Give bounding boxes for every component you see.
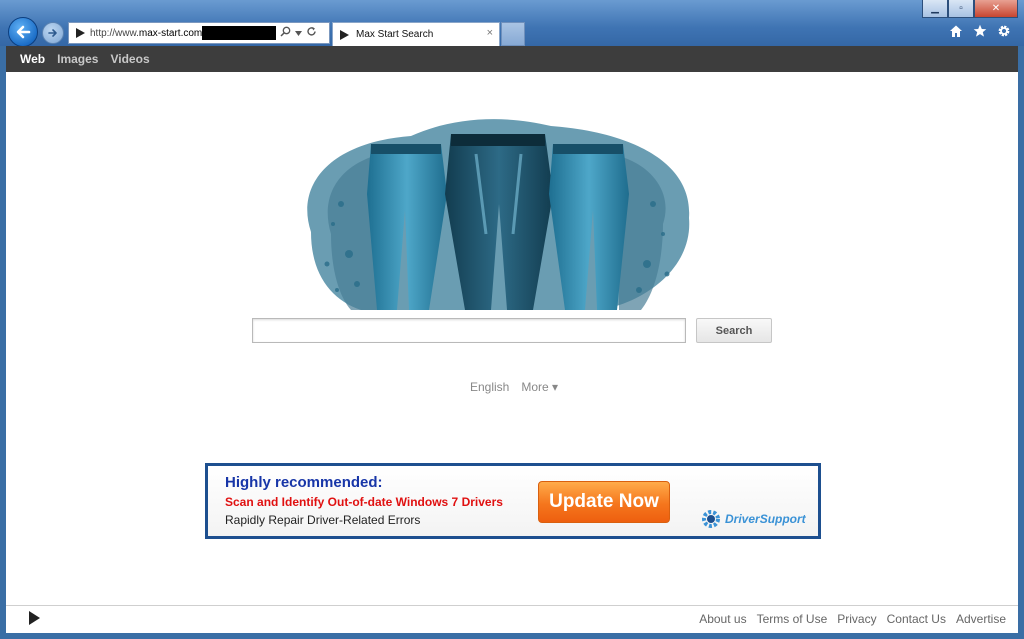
nav-images[interactable]: Images [57, 52, 98, 66]
footer-links: About us Terms of Use Privacy Contact Us… [699, 612, 1006, 626]
url-domain: max-start.com [138, 27, 203, 39]
new-tab-button[interactable] [501, 22, 525, 46]
search-icon[interactable] [280, 26, 291, 40]
ad-headline: Scan and Identify Out-of-date Windows 7 … [225, 495, 503, 509]
language-english-link[interactable]: English [470, 380, 509, 394]
minimize-button[interactable]: ▁ [922, 0, 948, 18]
maximize-button[interactable]: ▫ [948, 0, 974, 18]
language-selector: English More ▾ [470, 380, 558, 394]
driver-support-ad-banner[interactable]: Highly recommended: Scan and Identify Ou… [205, 463, 821, 539]
address-bar[interactable]: http://www.max-start.com [68, 22, 330, 44]
home-icon[interactable] [948, 23, 964, 39]
url-text: http://www.max-start.com [90, 28, 202, 39]
page-footer: About us Terms of Use Privacy Contact Us… [6, 605, 1018, 633]
gear-icon [702, 510, 720, 528]
more-languages-link[interactable]: More ▾ [521, 380, 558, 394]
footer-link-advertise[interactable]: Advertise [956, 612, 1006, 626]
update-now-button[interactable]: Update Now [538, 481, 670, 523]
refresh-icon[interactable] [306, 26, 317, 40]
footer-link-about[interactable]: About us [699, 612, 746, 626]
search-button[interactable]: Search [696, 318, 772, 343]
footer-link-contact[interactable]: Contact Us [887, 612, 946, 626]
search-category-nav: Web Images Videos [6, 46, 1018, 72]
hero-jeans-image [301, 114, 693, 310]
dropdown-caret-icon[interactable] [295, 27, 303, 39]
browser-toolbar [948, 23, 1012, 39]
brand-part-b: Support [759, 512, 806, 526]
search-input[interactable] [252, 318, 686, 343]
brand-part-a: Driver [725, 512, 760, 526]
nav-videos[interactable]: Videos [110, 52, 149, 66]
browser-chrome: http://www.max-start.com Max Start Searc… [0, 0, 1024, 47]
footer-link-privacy[interactable]: Privacy [837, 612, 876, 626]
ad-subline: Rapidly Repair Driver-Related Errors [225, 513, 421, 527]
max-start-logo-icon [336, 27, 352, 43]
star-icon[interactable] [972, 23, 988, 39]
search-form: Search [252, 318, 772, 343]
close-button[interactable]: ✕ [974, 0, 1018, 18]
tab-title: Max Start Search [356, 29, 434, 40]
ad-title: Highly recommended: [225, 474, 383, 491]
window-controls: ▁ ▫ ✕ [922, 0, 1018, 18]
url-prefix: http://www. [90, 27, 139, 39]
tab-close-icon[interactable]: × [487, 27, 493, 39]
arrow-right-icon [48, 29, 57, 37]
back-button[interactable] [8, 17, 38, 47]
tab-max-start-search[interactable]: Max Start Search × [332, 22, 500, 46]
max-start-logo-icon [72, 25, 88, 41]
arrow-left-icon [16, 25, 31, 39]
gear-icon[interactable] [996, 23, 1012, 39]
url-redacted-block [202, 26, 277, 40]
driver-support-wordmark: DriverSupport [725, 512, 806, 526]
forward-button[interactable] [42, 22, 64, 44]
max-start-logo[interactable] [26, 610, 44, 630]
footer-link-terms[interactable]: Terms of Use [757, 612, 828, 626]
page-content: Web Images Videos Search English More ▾ … [6, 46, 1018, 633]
nav-web[interactable]: Web [20, 52, 45, 66]
driver-support-logo: DriverSupport [700, 508, 806, 530]
